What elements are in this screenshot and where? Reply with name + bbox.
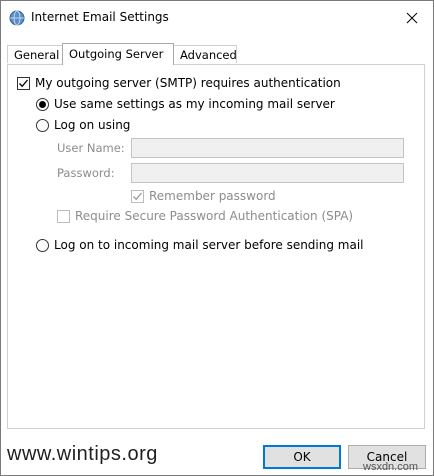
password-label: Password:: [57, 166, 115, 180]
same-settings-label: Use same settings as my incoming mail se…: [54, 97, 335, 111]
remember-password-label: Remember password: [149, 189, 276, 203]
log-on-incoming-label: Log on to incoming mail server before se…: [54, 238, 364, 252]
watermark-wintips: www.wintips.org: [7, 443, 158, 465]
ok-button[interactable]: OK: [263, 445, 341, 469]
require-spa-checkbox[interactable]: [57, 209, 70, 223]
remember-password-option[interactable]: Remember password: [131, 189, 276, 203]
checkmark-icon: [133, 192, 142, 200]
requires-auth-option[interactable]: My outgoing server (SMTP) requires authe…: [17, 76, 341, 90]
internet-email-settings-dialog: Internet Email Settings General Outgoing…: [0, 0, 434, 476]
require-spa-option[interactable]: Require Secure Password Authentication (…: [57, 209, 353, 223]
close-icon: [406, 12, 418, 24]
remember-password-checkbox[interactable]: [131, 189, 144, 203]
user-name-input[interactable]: [131, 138, 404, 158]
title-bar[interactable]: Internet Email Settings: [1, 1, 433, 35]
requires-auth-label: My outgoing server (SMTP) requires authe…: [35, 76, 341, 90]
tab-advanced[interactable]: Advanced: [173, 45, 237, 63]
user-name-label: User Name:: [57, 141, 125, 155]
globe-mail-icon: [9, 10, 25, 26]
log-on-incoming-radio[interactable]: [36, 238, 49, 252]
radio-selected-dot: [39, 100, 46, 108]
window-title: Internet Email Settings: [31, 10, 169, 24]
tab-general[interactable]: General: [7, 45, 63, 63]
same-settings-option[interactable]: Use same settings as my incoming mail se…: [36, 97, 335, 111]
password-input[interactable]: [131, 163, 404, 183]
require-spa-label: Require Secure Password Authentication (…: [75, 209, 354, 223]
requires-auth-checkbox[interactable]: [17, 76, 30, 90]
checkmark-icon: [19, 79, 28, 87]
log-on-incoming-option[interactable]: Log on to incoming mail server before se…: [36, 238, 364, 252]
log-on-using-radio[interactable]: [36, 118, 49, 132]
close-button[interactable]: [397, 5, 427, 31]
watermark-wsxdn: wsxdn.com: [363, 461, 419, 473]
log-on-using-option[interactable]: Log on using: [36, 118, 130, 132]
outgoing-server-panel: My outgoing server (SMTP) requires authe…: [7, 64, 425, 429]
log-on-using-label: Log on using: [54, 118, 131, 132]
tab-outgoing-server[interactable]: Outgoing Server: [62, 43, 174, 65]
same-settings-radio[interactable]: [36, 97, 49, 111]
